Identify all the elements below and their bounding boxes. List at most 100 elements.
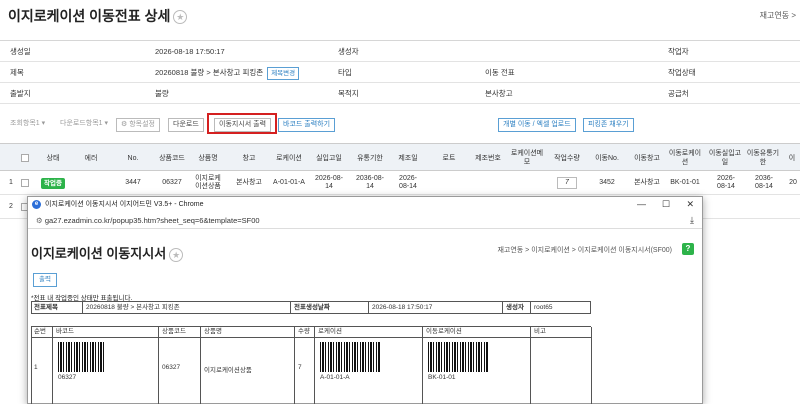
header-checkbox-cell[interactable] (18, 144, 32, 172)
value: 이동 전표 (485, 68, 515, 77)
col-header: 이동로케이션 (668, 150, 702, 166)
col-header: 제조번호 (475, 154, 501, 162)
label: 생성자 (338, 47, 359, 56)
label: 작업상태 (668, 68, 696, 77)
row-index: 2 (9, 203, 13, 210)
label: 제목 (10, 68, 24, 77)
info-row: 제목 20260818 불량 > 본사창고 피킹존 제목변경 타입 이동 전표 작… (0, 62, 800, 83)
value: 본사창고 (485, 89, 513, 98)
download-button[interactable]: 다운로드 (168, 118, 204, 132)
cell: 20 (789, 179, 797, 186)
close-icon[interactable]: ✕ (686, 197, 694, 212)
col-header: 비고 (534, 328, 546, 335)
col-header: 작업수량 (554, 154, 580, 162)
popup-heading: 이지로케이션 이동지시서 ★ (31, 243, 184, 262)
cell: 본사창고 (634, 179, 660, 186)
col-header: 이동로케이션 (426, 328, 462, 335)
site-info-icon[interactable]: ⚙ (36, 216, 45, 225)
col-header: 로트 (442, 154, 456, 162)
download-select[interactable]: 다운로드항목1 ▾ (56, 118, 112, 132)
col-header: 창고 (242, 154, 256, 162)
page: 이지로케이션 이동전표 상세 ★ 재고연동 > 생성일 2026-08-18 17… (0, 0, 800, 404)
row-checkbox-cell[interactable] (18, 171, 32, 195)
cell: 3452 (599, 179, 615, 186)
value: 불량 (155, 89, 169, 98)
table-row[interactable]: 1 작업중 3447 06327 이지로케이션상품 본사창고 A-01-01-A… (0, 171, 800, 195)
checkbox[interactable] (21, 154, 29, 162)
col-header: 이동No. (595, 154, 619, 162)
cell: 2026-08-14 (717, 175, 735, 190)
settings-button[interactable]: ⚙ 항목설정 (116, 118, 160, 132)
popup-titlebar: e 이지로케이션 이동지시서 이지어드민 V3.5+ - Chrome — ☐ … (28, 197, 702, 212)
cell: 7 (298, 364, 302, 371)
col-header: 로케이션 (276, 154, 302, 162)
checkbox[interactable] (21, 179, 29, 187)
instruction-table: 순번 바코드 상품코드 상품명 수량 로케이션 이동로케이션 비고 1 0632… (31, 326, 592, 404)
table-header: 순번 바코드 상품코드 상품명 수량 로케이션 이동로케이션 비고 (32, 327, 591, 338)
col-header: 순번 (34, 328, 46, 335)
label: 작업자 (668, 47, 689, 56)
col-header: 에러 (84, 154, 98, 162)
grid-header: 상태 에러 No. 상품코드 상품명 창고 로케이션 실입고일 유통기한 제조일… (0, 143, 800, 171)
cell: 본사창고 (236, 179, 262, 186)
edit-title-button[interactable]: 제목변경 (267, 66, 300, 80)
maximize-icon[interactable]: ☐ (662, 197, 670, 212)
value: 2026-08-18 17:50:17 (372, 304, 433, 311)
highlight-box (207, 113, 277, 134)
cell: 2036-08-14 (755, 175, 773, 190)
barcode-text: BK-01-01 (428, 374, 456, 381)
address-bar[interactable]: ⚙ ga27.ezadmin.co.kr/popup35.htm?sheet_s… (28, 212, 702, 229)
popup-body: 이지로케이션 이동지시서 ★ 재고연동 > 이지로케이션 > 이지로케이션 이동지… (28, 229, 702, 404)
value: root65 (534, 304, 553, 311)
info-row: 출발지 불량 목적지 본사창고 공급처 (0, 83, 800, 104)
star-icon[interactable]: ★ (173, 10, 188, 25)
col-header: 이동유통기한 (746, 150, 780, 166)
popup-breadcrumb: 재고연동 > 이지로케이션 > 이지로케이션 이동지시서(SF00) (497, 247, 672, 254)
popup-window: e 이지로케이션 이동지시서 이지어드민 V3.5+ - Chrome — ☐ … (27, 196, 703, 404)
col-header: 로케이션메모 (510, 150, 544, 166)
breadcrumb: 재고연동 > (759, 11, 796, 20)
col-header: 상품코드 (162, 328, 186, 335)
print-barcode-button[interactable]: 바코드 출력하기 (278, 118, 336, 132)
summary-table: 전표제목 20260818 불량 > 본사창고 피킹존 전표생성날짜 2026-… (31, 301, 591, 314)
value: 2026-08-18 17:50:17 (155, 47, 225, 56)
print-button[interactable]: 출력 (33, 273, 57, 287)
popup-title: 이지로케이션 이동지시서 이지어드민 V3.5+ - Chrome (45, 201, 204, 208)
col-header: 상품명 (198, 154, 218, 162)
label: 생성자 (506, 304, 524, 311)
fill-picking-button[interactable]: 피킹존 채우기 (583, 118, 634, 132)
info-row: 생성일 2026-08-18 17:50:17 생성자 작업자 (0, 41, 800, 62)
download-icon[interactable]: ⤓ (690, 212, 694, 229)
cell: 2036-08-14 (355, 175, 385, 190)
view-select[interactable]: 조회항목1 ▾ (6, 118, 50, 132)
title-value: 20260818 불량 > 본사창고 피킹존 (155, 68, 264, 77)
col-header: 이동실입고일 (708, 150, 742, 166)
info-table: 생성일 2026-08-18 17:50:17 생성자 작업자 제목 20260… (0, 40, 800, 104)
row-index: 1 (9, 179, 13, 186)
barcode-image (428, 342, 488, 372)
col-header: 로케이션 (318, 328, 342, 335)
col-header: 이 (788, 154, 796, 162)
barcode-image (58, 342, 104, 372)
col-header: 유통기한 (357, 154, 383, 162)
toolbar: 조회항목1 ▾ 다운로드항목1 ▾ ⚙ 항목설정 다운로드 이동지시서 출력 바… (0, 112, 800, 138)
upload-button[interactable]: 개별 이동 / 엑셀 업로드 (498, 118, 576, 132)
cell: 06327 (162, 364, 181, 371)
label: 타입 (338, 68, 352, 77)
star-icon[interactable]: ★ (169, 247, 184, 262)
cell: 3447 (125, 179, 141, 186)
cell: 1 (34, 364, 38, 371)
help-icon[interactable]: ? (682, 243, 694, 255)
cell: 06327 (162, 179, 182, 186)
barcode-text: 06327 (58, 374, 77, 381)
status-cell: 작업중 (38, 171, 68, 195)
page-title: 이지로케이션 이동전표 상세 ★ (8, 6, 188, 26)
col-header: 상태 (46, 154, 60, 162)
qty-cell[interactable]: 7 (550, 171, 584, 195)
label: 출발지 (10, 89, 31, 98)
cell: 2026-08-14 (314, 175, 344, 190)
minimize-icon[interactable]: — (637, 197, 646, 212)
col-header: 실입고일 (316, 154, 342, 162)
qty-input[interactable]: 7 (557, 177, 577, 189)
label: 목적지 (338, 89, 359, 98)
